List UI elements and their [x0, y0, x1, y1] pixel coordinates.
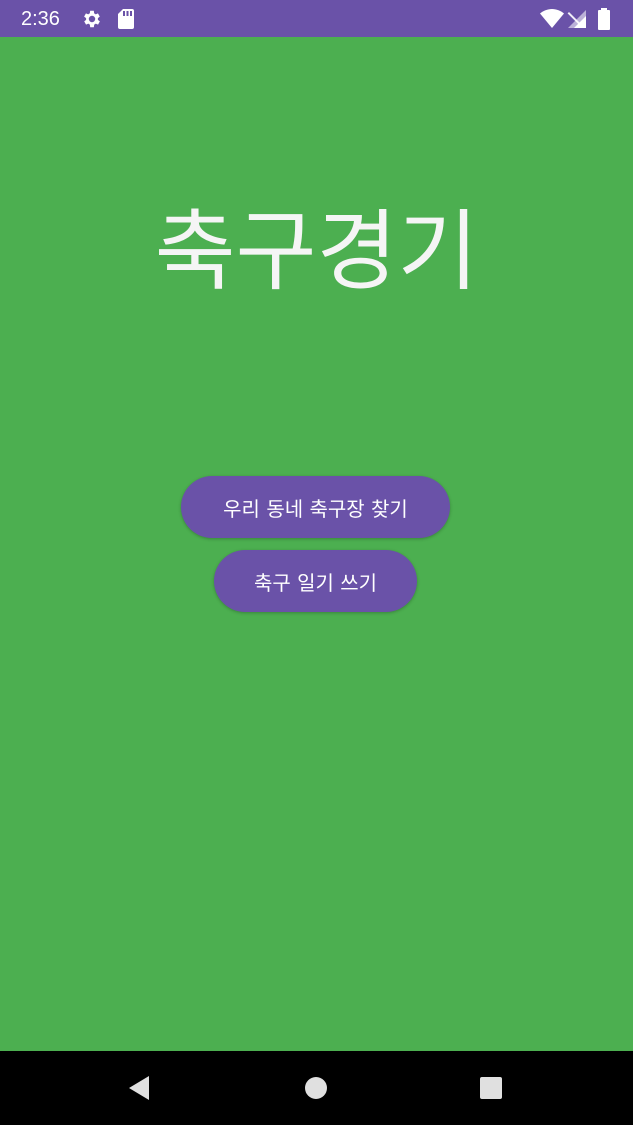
- main-content: 축구경기 우리 동네 축구장 찾기 축구 일기 쓰기: [0, 37, 633, 1051]
- home-icon[interactable]: [286, 1051, 346, 1125]
- back-icon[interactable]: [110, 1051, 170, 1125]
- battery-icon: [597, 0, 611, 37]
- gear-icon: [81, 0, 103, 37]
- app-screen: 2:36 축구경기 우리 동네 축구장 찾기 축구 일기 쓰기: [0, 0, 633, 1125]
- status-bar: 2:36: [0, 0, 633, 37]
- cell-signal-icon: [566, 0, 588, 37]
- find-field-button[interactable]: 우리 동네 축구장 찾기: [181, 476, 450, 538]
- navigation-bar: [0, 1051, 633, 1125]
- status-time: 2:36: [21, 8, 60, 30]
- wifi-icon: [540, 0, 564, 37]
- page-title: 축구경기: [154, 200, 479, 303]
- write-diary-button[interactable]: 축구 일기 쓰기: [214, 550, 417, 612]
- recents-icon[interactable]: [461, 1051, 521, 1125]
- sd-card-icon: [117, 0, 135, 37]
